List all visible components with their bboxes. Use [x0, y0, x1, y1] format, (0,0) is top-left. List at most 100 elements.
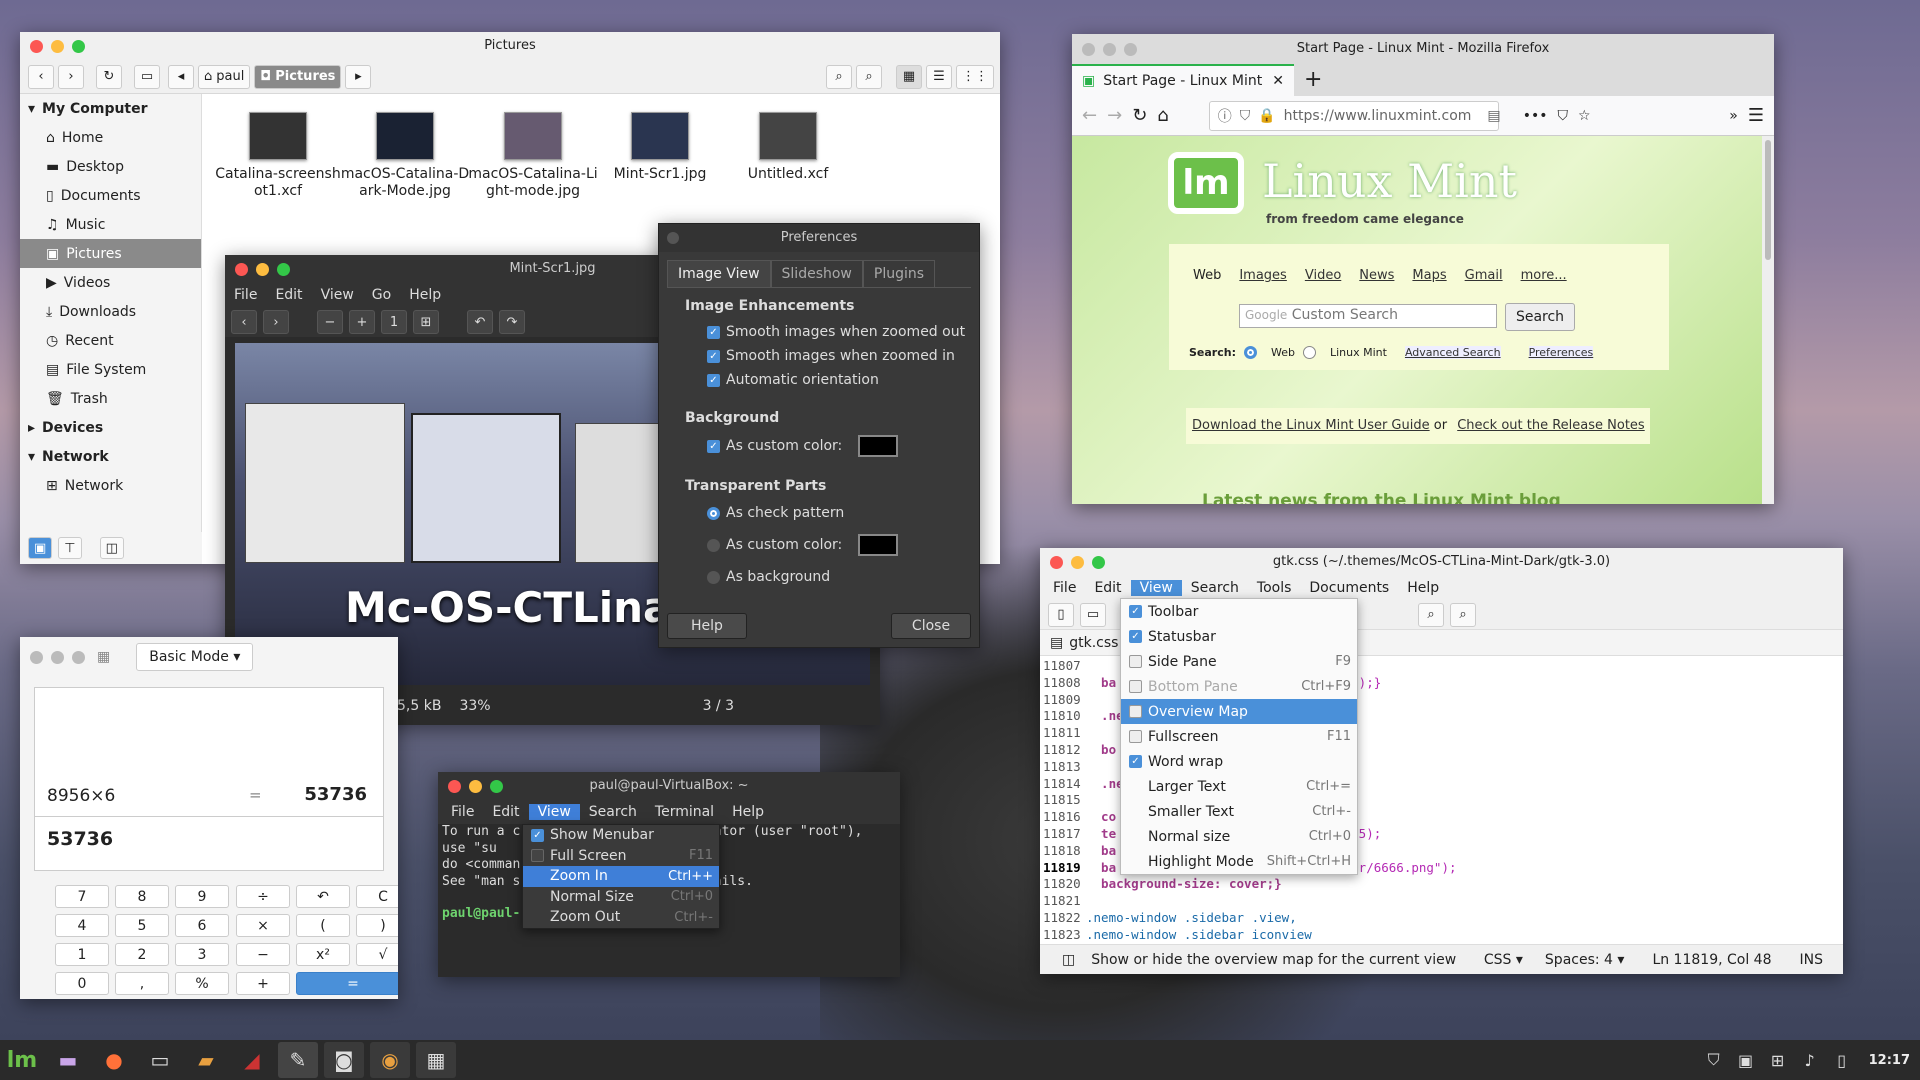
url-bar[interactable]: ⓘ ⛉ 🔒 https://www.linuxmint.com ▤ — [1208, 100, 1501, 131]
search-link[interactable]: Images — [1239, 268, 1287, 283]
file-item[interactable]: Untitled.xcf — [723, 112, 853, 183]
bookmark-star-icon[interactable]: ☆ — [1578, 108, 1591, 124]
back-icon[interactable]: ← — [1082, 105, 1097, 126]
calc-key[interactable]: ) — [356, 914, 398, 937]
calc-key[interactable]: 6 — [175, 914, 229, 937]
menu-item-toolbar[interactable]: ✓ Toolbar — [1121, 599, 1357, 624]
tab-start-page[interactable]: ▣ Start Page - Linux Mint ✕ — [1072, 64, 1294, 96]
sidebar-item-my-computer[interactable]: ▾ My Computer — [20, 94, 201, 123]
calc-key[interactable]: √ — [356, 943, 398, 966]
text-editor-titlebar[interactable]: gtk.css (~/.themes/McOS-CTLina-Mint-Dark… — [1040, 548, 1843, 576]
terminal-icon[interactable]: ▭ — [140, 1042, 180, 1078]
network-icon[interactable]: ⊞ — [1765, 1042, 1791, 1078]
path-right-icon[interactable]: ▸ — [345, 64, 372, 89]
sidebar-item-videos[interactable]: ▶ Videos — [20, 268, 201, 297]
enhancement-checkbox[interactable]: ✓ Smooth images when zoomed out — [685, 320, 979, 344]
sidebar-item-home[interactable]: ⌂ Home — [20, 123, 201, 152]
language-selector[interactable]: CSS ▾ — [1484, 952, 1523, 968]
minimize-button[interactable] — [469, 779, 482, 793]
calc-key[interactable]: ↶ — [296, 885, 350, 908]
breadcrumb-home[interactable]: ⌂ paul — [198, 64, 251, 89]
enhancement-checkbox[interactable]: ✓ Smooth images when zoomed in — [685, 344, 979, 368]
search-link[interactable]: Web — [1193, 268, 1221, 283]
search-link[interactable]: Video — [1305, 268, 1341, 283]
calc-key[interactable]: 9 — [175, 885, 229, 908]
radio-custom-color[interactable]: As custom color: — [685, 528, 979, 562]
close-button[interactable] — [448, 779, 461, 793]
search-button[interactable]: Search — [1505, 303, 1575, 331]
reload-icon[interactable]: ↻ — [1132, 105, 1147, 126]
search-link[interactable]: more... — [1521, 268, 1567, 283]
close-button[interactable] — [235, 262, 248, 276]
sidebar-item-network[interactable]: ⊞ Network — [20, 471, 201, 500]
calc-key[interactable]: 8 — [115, 885, 169, 908]
places-icon[interactable]: ▣ — [28, 537, 53, 559]
file-manager-launcher-icon[interactable]: ▬ — [48, 1042, 88, 1078]
preferences-link[interactable]: Preferences — [1528, 346, 1594, 359]
menu-view[interactable]: View — [1130, 580, 1182, 596]
menu-item-highlight-mode[interactable]: Highlight Mode Shift+Ctrl+H — [1121, 849, 1357, 874]
compact-view-icon[interactable]: ⋮⋮ — [956, 64, 994, 89]
menu-item-statusbar[interactable]: ✓ Statusbar — [1121, 624, 1357, 649]
toggle-location-icon[interactable]: ⌕ — [826, 64, 852, 89]
zoom-normal-icon[interactable]: 1 — [381, 310, 407, 334]
sidebar-item-pictures[interactable]: ▣ Pictures — [20, 239, 201, 268]
calc-key[interactable]: + — [236, 972, 290, 995]
close-button[interactable] — [1082, 42, 1095, 56]
calc-key[interactable]: 3 — [175, 943, 229, 966]
menu-item-normal-size[interactable]: Normal size Ctrl+0 — [1121, 824, 1357, 849]
hamburger-menu-icon[interactable]: ☰ — [1748, 105, 1764, 126]
sidebar-item-network[interactable]: ▾ Network — [20, 442, 201, 471]
calc-key[interactable]: = — [296, 972, 398, 995]
more-icon[interactable]: ••• — [1523, 108, 1548, 124]
search-icon[interactable]: ⌕ — [1418, 602, 1444, 627]
new-document-icon[interactable]: ▯ — [1048, 602, 1074, 627]
calc-key[interactable]: ÷ — [236, 885, 290, 908]
calc-key[interactable]: 4 — [55, 914, 109, 937]
transparent-color-swatch[interactable] — [858, 534, 899, 556]
calc-key[interactable]: 0 — [55, 972, 109, 995]
file-manager-titlebar[interactable]: Pictures — [20, 32, 1000, 60]
file-item[interactable]: Catalina-screenshot1.xcf — [213, 112, 343, 200]
menu-item-zoom-in[interactable]: Zoom In Ctrl++ — [523, 866, 719, 887]
close-dialog-button[interactable]: Close — [891, 613, 971, 639]
tab-image-view[interactable]: Image View — [667, 260, 771, 287]
folder-icon[interactable]: ▰ — [186, 1042, 226, 1078]
search-link[interactable]: Maps — [1412, 268, 1446, 283]
search-link[interactable]: News — [1359, 268, 1394, 283]
clock[interactable]: 12:17 — [1869, 1053, 1910, 1068]
close-tab-icon[interactable]: ✕ — [1272, 73, 1284, 89]
advanced-search-link[interactable]: Advanced Search — [1404, 346, 1501, 359]
reader-icon[interactable]: ▤ — [1487, 108, 1500, 124]
calc-key[interactable]: % — [175, 972, 229, 995]
menu-item-larger-text[interactable]: Larger Text Ctrl+= — [1121, 774, 1357, 799]
pdf-viewer-icon[interactable]: ◢ — [232, 1042, 272, 1078]
firefox-icon[interactable]: ● — [94, 1042, 134, 1078]
menu-go[interactable]: Go — [363, 287, 400, 303]
calc-key[interactable]: − — [236, 943, 290, 966]
menu-item-smaller-text[interactable]: Smaller Text Ctrl+- — [1121, 799, 1357, 824]
tab-plugins[interactable]: Plugins — [862, 260, 936, 287]
radio-linux-mint[interactable] — [1302, 346, 1316, 359]
calc-key[interactable]: 1 — [55, 943, 109, 966]
bg-custom-color-checkbox[interactable]: ✓ As custom color: — [685, 430, 979, 462]
update-icon[interactable]: ▣ — [1733, 1042, 1759, 1078]
tab-width-selector[interactable]: Spaces: 4 ▾ — [1545, 952, 1625, 968]
menu-item-full-screen[interactable]: Full Screen F11 — [523, 846, 719, 867]
image-viewer-icon[interactable]: ◉ — [370, 1042, 410, 1078]
next-icon[interactable]: › — [263, 310, 289, 334]
firefox-titlebar[interactable]: Start Page - Linux Mint - Mozilla Firefo… — [1072, 34, 1774, 64]
battery-icon[interactable]: ▯ — [1829, 1042, 1855, 1078]
maximize-button[interactable] — [490, 779, 503, 793]
mint-menu-icon[interactable]: lm — [2, 1042, 42, 1078]
close-button[interactable] — [30, 39, 43, 53]
computer-icon[interactable]: ▭ — [134, 64, 160, 89]
maximize-button[interactable] — [277, 262, 290, 276]
menu-terminal[interactable]: Terminal — [646, 804, 723, 820]
menu-item-word-wrap[interactable]: ✓ Word wrap — [1121, 749, 1357, 774]
calc-key[interactable]: 2 — [115, 943, 169, 966]
minimize-button[interactable] — [256, 262, 269, 276]
pocket-icon[interactable]: ⛉ — [1558, 108, 1569, 124]
sidebar-item-recent[interactable]: ◷ Recent — [20, 326, 201, 355]
calc-key[interactable]: × — [236, 914, 290, 937]
